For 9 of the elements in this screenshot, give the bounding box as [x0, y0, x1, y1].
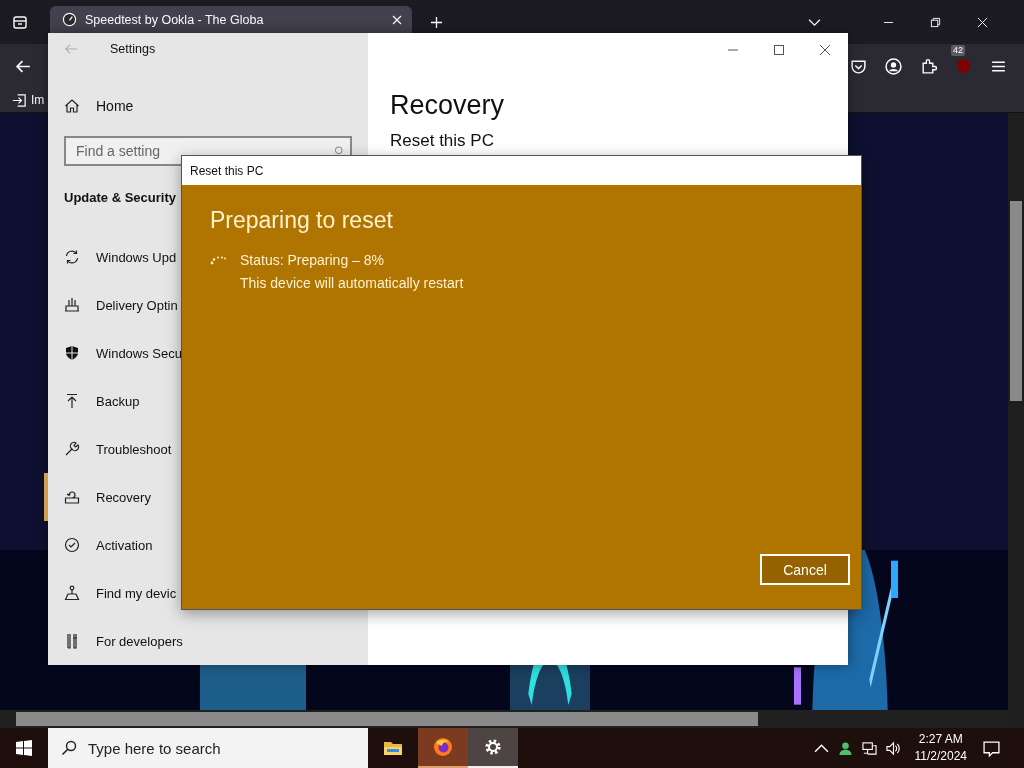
status-text: Status: Preparing – 8% [240, 252, 384, 268]
section-heading: Update & Security [64, 190, 176, 205]
page-title: Recovery [390, 90, 506, 121]
count-badge: 42 [951, 44, 965, 56]
section-heading: Reset this PC [390, 131, 495, 151]
window-title: Settings [110, 41, 156, 56]
restart-note: This device will automatically restart [240, 275, 464, 291]
dialog-heading: Preparing to reset [210, 207, 394, 234]
dialog-title: Reset this PC [182, 156, 861, 185]
